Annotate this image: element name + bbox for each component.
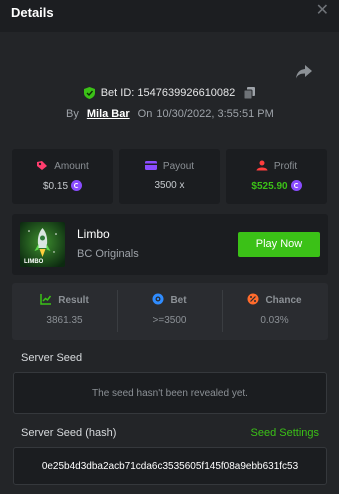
- server-seed-box: The seed hasn't been revealed yet.: [13, 372, 327, 414]
- bet-column: Bet >=3500: [117, 283, 222, 340]
- bet-meta-row: By Mila Bar On 10/30/2022, 3:55:51 PM: [66, 108, 274, 120]
- result-value: 3861.35: [46, 315, 83, 326]
- rocket-icon: LIMBO: [20, 222, 65, 267]
- payout-card: Payout 3500 x: [119, 149, 220, 204]
- amount-card: Amount $0.15: [12, 149, 113, 204]
- result-column: Result 3861.35: [12, 283, 117, 340]
- copy-icon[interactable]: [244, 87, 256, 100]
- profit-value-wrap: $525.90: [226, 180, 327, 192]
- result-label-wrap: Result: [12, 293, 117, 306]
- result-card: Result 3861.35 Bet >=3500 Chance 0.03%: [12, 283, 328, 340]
- percent-icon: [247, 293, 259, 305]
- bet-id: Bet ID: 1547639926610082: [100, 87, 236, 100]
- amount-label-wrap: Amount: [12, 160, 113, 172]
- profit-icon: [256, 160, 268, 171]
- payout-label: Payout: [162, 161, 195, 172]
- bet-value: >=3500: [152, 315, 187, 326]
- game-card: LIMBO Limbo BC Originals Play Now: [12, 214, 328, 275]
- shield-check-icon: [83, 87, 95, 100]
- game-provider: BC Originals: [77, 248, 139, 260]
- server-seed-text: The seed hasn't been revealed yet.: [92, 388, 248, 399]
- server-seed-hash-value: 0e25b4d3dba2acb71cda6c3535605f145f08a9eb…: [41, 461, 299, 472]
- bet-id-row: Bet ID: 1547639926610082: [0, 87, 339, 103]
- by-label: By: [66, 108, 79, 120]
- amount-value: $0.15: [42, 181, 69, 192]
- bet-label-wrap: Bet: [117, 293, 222, 306]
- on-label: On: [137, 108, 153, 120]
- thumb-text: LIMBO: [24, 259, 44, 265]
- chance-column: Chance 0.03%: [222, 283, 327, 340]
- amount-label: Amount: [54, 161, 89, 172]
- bet-label: Bet: [170, 295, 187, 306]
- bet-stats: Amount $0.15 Payout 3500 x Profit $525.9…: [12, 149, 328, 204]
- details-header: Details ✕: [0, 0, 339, 32]
- payout-label-wrap: Payout: [119, 160, 220, 172]
- bet-datetime: 10/30/2022, 3:55:51 PM: [156, 108, 274, 120]
- seed-settings-link[interactable]: Seed Settings: [251, 427, 320, 439]
- coin-icon: [71, 180, 83, 191]
- play-now-button[interactable]: Play Now: [238, 232, 320, 257]
- share-icon[interactable]: [295, 64, 313, 80]
- chance-label-wrap: Chance: [222, 293, 327, 306]
- server-seed-label: Server Seed: [21, 352, 83, 364]
- server-seed-hash-label: Server Seed (hash): [21, 427, 117, 439]
- limbo-thumbnail[interactable]: LIMBO: [20, 222, 65, 267]
- profit-card: Profit $525.90: [226, 149, 327, 204]
- server-seed-hash-box[interactable]: 0e25b4d3dba2acb71cda6c3535605f145f08a9eb…: [13, 447, 327, 485]
- user-link[interactable]: Mila Bar: [87, 108, 130, 120]
- chance-label: Chance: [265, 295, 302, 306]
- profit-value: $525.90: [251, 181, 288, 192]
- chance-value: 0.03%: [260, 315, 289, 326]
- amount-value-wrap: $0.15: [12, 180, 113, 192]
- game-name[interactable]: Limbo: [77, 227, 110, 241]
- coin-icon: [290, 180, 302, 191]
- profit-label-wrap: Profit: [226, 160, 327, 172]
- result-label: Result: [58, 295, 89, 306]
- page-title: Details: [11, 5, 54, 20]
- bet-icon: [152, 293, 164, 305]
- payout-value: 3500 x: [154, 180, 185, 191]
- close-icon[interactable]: ✕: [316, 3, 329, 19]
- profit-label: Profit: [273, 161, 298, 172]
- chart-icon: [40, 294, 52, 305]
- amount-icon: [37, 161, 48, 170]
- payout-icon: [144, 161, 157, 170]
